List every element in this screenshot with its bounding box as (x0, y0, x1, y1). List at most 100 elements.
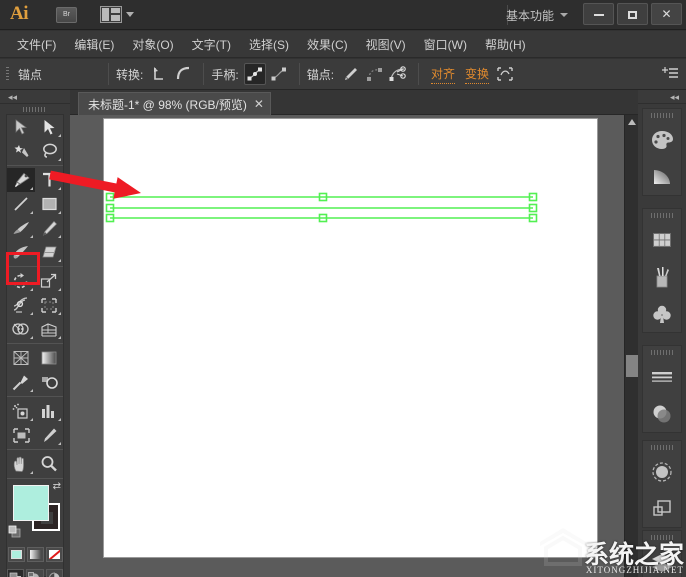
collapse-left-icon[interactable]: ◂◂ (8, 93, 17, 102)
maximize-button[interactable] (617, 3, 648, 25)
draw-normal-button[interactable] (7, 569, 25, 577)
tool-menu-triangle-icon[interactable] (58, 418, 61, 421)
swap-fill-stroke-icon[interactable]: ⇄ (53, 481, 61, 492)
tool-width[interactable] (7, 293, 35, 317)
tool-menu-triangle-icon[interactable] (58, 187, 61, 190)
menu-item-view[interactable]: 视图(V) (357, 33, 415, 56)
tool-gradient[interactable] (35, 346, 63, 370)
tool-perspective-grid[interactable] (35, 317, 63, 341)
tool-menu-triangle-icon[interactable] (30, 187, 33, 190)
tool-zoom[interactable] (35, 452, 63, 476)
tool-menu-triangle-icon[interactable] (30, 288, 33, 291)
tool-menu-triangle-icon[interactable] (58, 235, 61, 238)
tool-menu-triangle-icon[interactable] (58, 158, 61, 161)
tool-pencil[interactable] (35, 216, 63, 240)
dock-group-gripper[interactable] (651, 213, 673, 218)
menu-item-file[interactable]: 文件(F) (8, 33, 65, 56)
color-panel-icon[interactable] (643, 121, 681, 158)
tool-free-transform[interactable] (35, 293, 63, 317)
workspace-switcher[interactable]: 基本功能 (506, 7, 554, 24)
symbols-panel-icon[interactable] (643, 295, 681, 332)
control-panel-gripper[interactable] (6, 66, 9, 82)
tool-menu-triangle-icon[interactable] (30, 235, 33, 238)
layers-panel-icon[interactable] (643, 543, 681, 577)
canvas-vertical-scrollbar[interactable] (624, 115, 638, 577)
menu-item-object[interactable]: 对象(O) (123, 33, 182, 56)
scroll-up-arrow-icon[interactable] (628, 119, 636, 125)
show-handles-icon[interactable] (243, 63, 266, 85)
tool-selection[interactable] (7, 115, 35, 139)
arrange-documents-icon[interactable] (100, 6, 122, 23)
hide-handles-icon[interactable] (268, 63, 290, 85)
align-panel-link[interactable]: 对齐 (431, 65, 456, 84)
close-button[interactable]: ✕ (651, 3, 682, 25)
tool-menu-triangle-icon[interactable] (58, 211, 61, 214)
dock-group-gripper[interactable] (651, 113, 673, 118)
toolbox-collapse-bar[interactable]: ◂◂ (0, 90, 70, 104)
tool-type[interactable] (35, 168, 63, 192)
tool-rectangle[interactable] (35, 192, 63, 216)
tool-rotate[interactable] (7, 269, 35, 293)
minimize-button[interactable] (583, 3, 614, 25)
collapse-right-icon[interactable]: ◂◂ (670, 93, 679, 102)
document-tab[interactable]: 未标题-1* @ 98% (RGB/预览) ✕ (78, 92, 271, 115)
draw-inside-button[interactable] (45, 569, 63, 577)
convert-to-smooth-icon[interactable] (172, 63, 194, 85)
right-dock-collapse-bar[interactable]: ◂◂ (638, 90, 686, 104)
dock-group-gripper[interactable] (651, 350, 673, 355)
fill-swatch[interactable] (13, 485, 49, 521)
panel-menu-icon[interactable] (662, 67, 678, 81)
appearance-panel-icon[interactable] (643, 453, 681, 490)
tool-menu-triangle-icon[interactable] (58, 134, 61, 137)
isolate-selected-icon[interactable] (494, 63, 516, 85)
tool-menu-triangle-icon[interactable] (30, 336, 33, 339)
swatches-panel-icon[interactable] (643, 221, 681, 258)
tool-hand[interactable] (7, 452, 35, 476)
default-fill-stroke-icon[interactable] (8, 525, 22, 539)
tool-menu-triangle-icon[interactable] (30, 471, 33, 474)
gradient-button[interactable] (26, 547, 44, 562)
tool-menu-triangle-icon[interactable] (30, 211, 33, 214)
graphic-styles-panel-icon[interactable] (643, 490, 681, 527)
toolbox-gripper[interactable] (23, 107, 47, 112)
tool-menu-triangle-icon[interactable] (30, 418, 33, 421)
tool-eyedropper[interactable] (7, 370, 35, 394)
tool-blend[interactable] (35, 370, 63, 394)
tool-magic-wand[interactable] (7, 139, 35, 163)
dock-group-gripper[interactable] (651, 445, 673, 450)
workspace-chevron-down-icon[interactable] (560, 13, 568, 17)
arrange-documents-chevron-down-icon[interactable] (126, 12, 134, 17)
connect-anchor-icon[interactable] (363, 63, 385, 85)
stroke-panel-icon[interactable] (643, 358, 681, 395)
menu-item-select[interactable]: 选择(S) (240, 33, 298, 56)
color-swatch-button[interactable] (7, 547, 25, 562)
tool-direct-selection[interactable] (35, 115, 63, 139)
tool-mesh[interactable] (7, 346, 35, 370)
none-button[interactable] (45, 547, 63, 562)
tool-menu-triangle-icon[interactable] (30, 312, 33, 315)
tool-artboard[interactable] (7, 423, 35, 447)
tool-menu-triangle-icon[interactable] (30, 389, 33, 392)
tool-column-graph[interactable] (35, 399, 63, 423)
gradient-panel-icon[interactable] (643, 158, 681, 195)
menu-item-window[interactable]: 窗口(W) (415, 33, 476, 56)
dock-group-gripper[interactable] (651, 535, 673, 540)
draw-behind-button[interactable] (26, 569, 44, 577)
tool-line-segment[interactable] (7, 192, 35, 216)
menu-item-edit[interactable]: 编辑(E) (65, 33, 123, 56)
close-icon[interactable]: ✕ (254, 97, 264, 111)
menu-item-effect[interactable]: 效果(C) (298, 33, 357, 56)
tool-eraser[interactable] (35, 240, 63, 264)
tool-menu-triangle-icon[interactable] (58, 442, 61, 445)
scrollbar-thumb[interactable] (626, 355, 638, 377)
remove-anchor-icon[interactable] (339, 63, 361, 85)
menu-item-help[interactable]: 帮助(H) (476, 33, 535, 56)
tool-menu-triangle-icon[interactable] (58, 259, 61, 262)
tool-scale[interactable] (35, 269, 63, 293)
tool-paintbrush[interactable] (7, 216, 35, 240)
tool-shape-builder[interactable] (7, 317, 35, 341)
artboard[interactable] (103, 118, 598, 558)
transform-panel-link[interactable]: 变换 (465, 65, 490, 84)
brushes-panel-icon[interactable] (643, 258, 681, 295)
tool-menu-triangle-icon[interactable] (58, 312, 61, 315)
